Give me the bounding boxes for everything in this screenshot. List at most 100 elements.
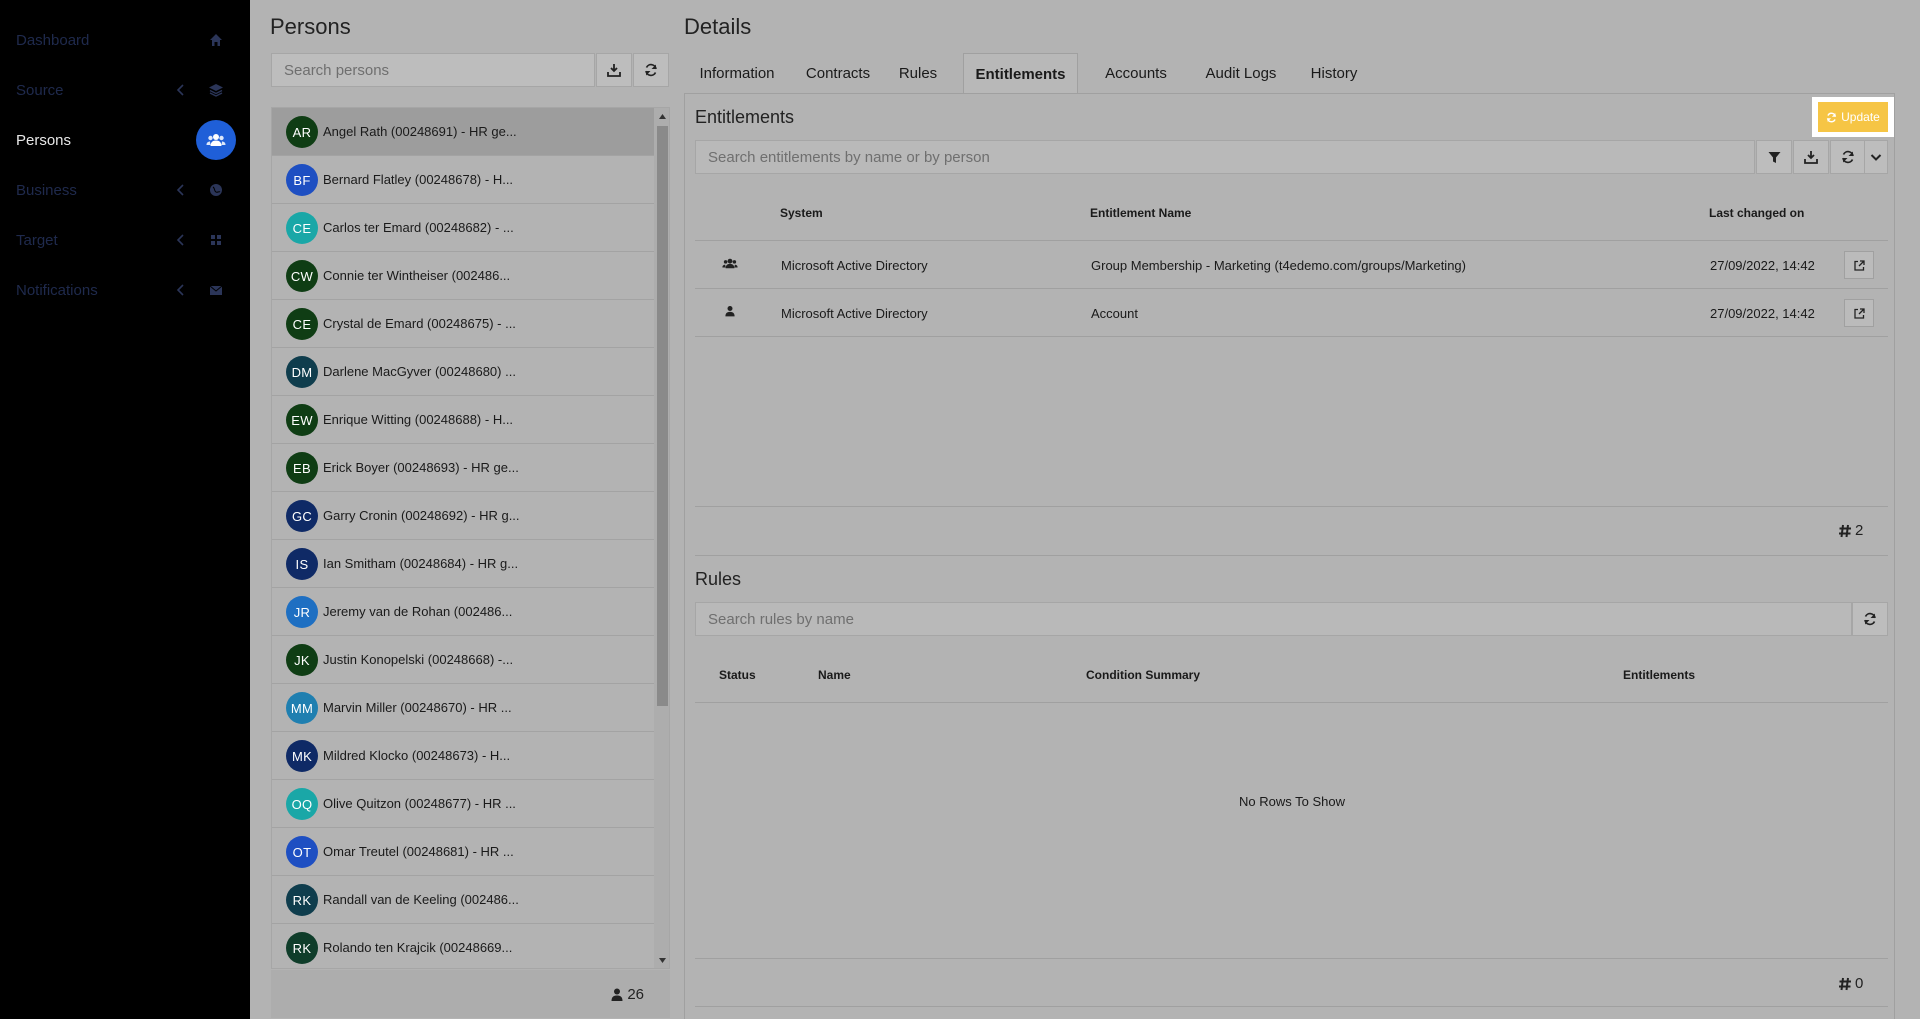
list-item[interactable]: DM Darlene MacGyver (00248680) ... xyxy=(272,348,654,396)
tab-entitlements[interactable]: Entitlements xyxy=(963,53,1078,94)
person-name: Bernard Flatley (00248678) - H... xyxy=(323,172,514,187)
chevron-left-icon xyxy=(176,84,186,96)
refresh-button[interactable] xyxy=(633,53,669,87)
external-link-icon xyxy=(1853,307,1865,319)
scroll-up-icon[interactable] xyxy=(658,112,667,121)
external-link-icon xyxy=(1853,259,1865,271)
details-title: Details xyxy=(684,14,752,39)
person-name: Ian Smitham (00248684) - HR g... xyxy=(323,556,519,571)
entitlements-download-button[interactable] xyxy=(1793,140,1829,174)
open-entitlement-button[interactable] xyxy=(1844,251,1874,279)
avatar: JK xyxy=(286,644,318,676)
cell-system: Microsoft Active Directory xyxy=(781,258,928,273)
update-button[interactable]: Update xyxy=(1812,97,1894,137)
avatar: EB xyxy=(286,452,318,484)
column-header-condition-summary[interactable]: Condition Summary xyxy=(1086,668,1200,682)
avatar: MM xyxy=(286,692,318,724)
list-item[interactable]: CE Crystal de Emard (00248675) - ... xyxy=(272,300,654,348)
divider xyxy=(695,555,1888,556)
person-name: Randall van de Keeling (002486... xyxy=(323,892,519,907)
refresh-icon xyxy=(1826,112,1837,123)
rules-title: Rules xyxy=(695,569,742,589)
sidebar-item-target[interactable]: Target xyxy=(0,215,250,265)
filter-button[interactable] xyxy=(1756,140,1792,174)
hash-icon xyxy=(1838,524,1852,538)
tab-accounts[interactable]: Accounts xyxy=(1089,53,1183,94)
list-item[interactable]: MK Mildred Klocko (00248673) - H... xyxy=(272,732,654,780)
column-header-entitlements[interactable]: Entitlements xyxy=(1623,668,1695,682)
users-icon xyxy=(196,120,236,160)
update-label: Update xyxy=(1841,110,1880,124)
avatar: CE xyxy=(286,308,318,340)
avatar: GC xyxy=(286,500,318,532)
hash-icon xyxy=(1838,977,1852,991)
more-options-button[interactable] xyxy=(1864,140,1888,174)
open-entitlement-button[interactable] xyxy=(1844,299,1874,327)
column-header-last-changed[interactable]: Last changed on xyxy=(1709,206,1804,220)
cell-last-changed: 27/09/2022, 14:42 xyxy=(1710,306,1815,321)
envelope-icon xyxy=(208,282,224,298)
entitlements-count-value: 2 xyxy=(1855,522,1864,539)
entitlements-refresh-button[interactable] xyxy=(1830,140,1866,174)
sidebar-item-persons[interactable]: Persons xyxy=(0,115,250,165)
entitlements-title: Entitlements xyxy=(695,107,795,127)
refresh-icon xyxy=(1841,150,1855,164)
list-item[interactable]: EW Enrique Witting (00248688) - H... xyxy=(272,396,654,444)
tab-audit-logs[interactable]: Audit Logs xyxy=(1191,53,1291,94)
sidebar-item-notifications[interactable]: Notifications xyxy=(0,265,250,315)
users-icon xyxy=(722,257,738,270)
list-item[interactable]: GC Garry Cronin (00248692) - HR g... xyxy=(272,492,654,540)
list-item[interactable]: BF Bernard Flatley (00248678) - H... xyxy=(272,156,654,204)
list-item[interactable]: MM Marvin Miller (00248670) - HR ... xyxy=(272,684,654,732)
user-icon xyxy=(611,988,623,1001)
tab-history[interactable]: History xyxy=(1292,53,1376,94)
tab-contracts[interactable]: Contracts xyxy=(790,53,886,94)
scrollbar-thumb[interactable] xyxy=(657,126,668,706)
column-header-status[interactable]: Status xyxy=(719,668,756,682)
sidebar: Dashboard Source Persons Business Target… xyxy=(0,0,250,1019)
avatar: RK xyxy=(286,884,318,916)
list-item[interactable]: OQ Olive Quitzon (00248677) - HR ... xyxy=(272,780,654,828)
list-item[interactable]: CW Connie ter Wintheiser (002486... xyxy=(272,252,654,300)
download-button[interactable] xyxy=(596,53,632,87)
avatar: AR xyxy=(286,116,318,148)
column-header-name[interactable]: Name xyxy=(818,668,851,682)
person-name: Mildred Klocko (00248673) - H... xyxy=(323,748,511,763)
grid-icon xyxy=(208,232,224,248)
column-header-system[interactable]: System xyxy=(780,206,823,220)
avatar: IS xyxy=(286,548,318,580)
refresh-icon xyxy=(1863,612,1877,626)
filter-icon xyxy=(1768,151,1781,164)
rules-refresh-button[interactable] xyxy=(1852,602,1888,636)
list-item[interactable]: RK Randall van de Keeling (002486... xyxy=(272,876,654,924)
column-header-entitlement-name[interactable]: Entitlement Name xyxy=(1090,206,1191,220)
sidebar-item-source[interactable]: Source xyxy=(0,65,250,115)
tab-information[interactable]: Information xyxy=(684,53,790,94)
list-item[interactable]: JK Justin Konopelski (00248668) -... xyxy=(272,636,654,684)
sidebar-item-label: Source xyxy=(16,81,64,99)
tab-rules[interactable]: Rules xyxy=(886,53,950,94)
divider xyxy=(695,702,1888,703)
rules-search-input[interactable] xyxy=(695,602,1852,636)
sidebar-item-dashboard[interactable]: Dashboard xyxy=(0,15,250,65)
person-name: Jeremy van de Rohan (002486... xyxy=(323,604,513,619)
sidebar-item-business[interactable]: Business xyxy=(0,165,250,215)
cell-system: Microsoft Active Directory xyxy=(781,306,928,321)
person-name: Erick Boyer (00248693) - HR ge... xyxy=(323,460,519,475)
list-item[interactable]: CE Carlos ter Emard (00248682) - ... xyxy=(272,204,654,252)
update-button-inner: Update xyxy=(1818,102,1888,132)
list-item[interactable]: AR Angel Rath (00248691) - HR ge... xyxy=(272,108,654,156)
persons-title: Persons xyxy=(270,14,351,39)
list-item[interactable]: RK Rolando ten Krajcik (00248669... xyxy=(272,924,654,968)
avatar: BF xyxy=(286,164,318,196)
person-name: Omar Treutel (00248681) - HR ... xyxy=(323,844,514,859)
list-item[interactable]: EB Erick Boyer (00248693) - HR ge... xyxy=(272,444,654,492)
list-item[interactable]: OT Omar Treutel (00248681) - HR ... xyxy=(272,828,654,876)
search-input[interactable] xyxy=(271,53,595,87)
list-item[interactable]: JR Jeremy van de Rohan (002486... xyxy=(272,588,654,636)
entitlements-search-input[interactable] xyxy=(695,140,1755,174)
divider xyxy=(695,288,1888,289)
sidebar-item-label: Business xyxy=(16,181,77,199)
list-item[interactable]: IS Ian Smitham (00248684) - HR g... xyxy=(272,540,654,588)
scroll-down-icon[interactable] xyxy=(658,956,667,965)
